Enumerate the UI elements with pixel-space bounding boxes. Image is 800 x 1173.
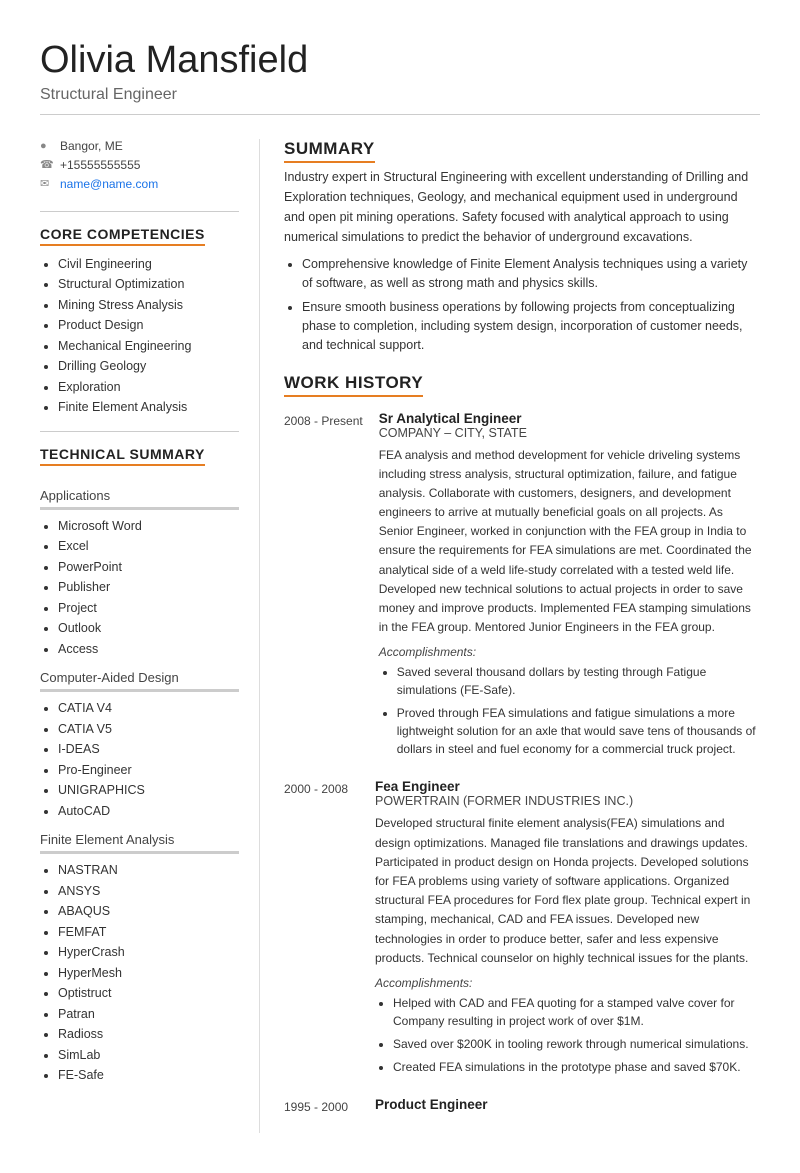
- core-competencies-section: CORE COMPETENCIES Civil Engineering Stru…: [40, 226, 239, 417]
- list-item: FE-Safe: [58, 1067, 239, 1085]
- list-item: Created FEA simulations in the prototype…: [393, 1058, 760, 1076]
- core-competencies-list: Civil Engineering Structural Optimizatio…: [40, 256, 239, 417]
- list-item: Access: [58, 641, 239, 659]
- list-item: Mechanical Engineering: [58, 338, 239, 356]
- list-item: Finite Element Analysis: [58, 399, 239, 417]
- list-item: Comprehensive knowledge of Finite Elemen…: [302, 255, 760, 293]
- list-item: HyperCrash: [58, 944, 239, 962]
- fea-title: Finite Element Analysis: [40, 832, 239, 847]
- summary-title: SUMMARY: [284, 139, 760, 163]
- list-item: PowerPoint: [58, 559, 239, 577]
- list-item: Saved over $200K in tooling rework throu…: [393, 1035, 760, 1053]
- work-title-1: Sr Analytical Engineer: [379, 411, 760, 426]
- list-item: Helped with CAD and FEA quoting for a st…: [393, 994, 760, 1030]
- work-date-3: 1995 - 2000: [284, 1097, 359, 1117]
- work-company-1: COMPANY – CITY, STATE: [379, 426, 760, 440]
- technical-summary-section: TECHNICAL SUMMARY Applications Microsoft…: [40, 446, 239, 1085]
- technical-summary-title: TECHNICAL SUMMARY: [40, 446, 205, 466]
- cad-list: CATIA V4 CATIA V5 I-DEAS Pro-Engineer UN…: [40, 700, 239, 820]
- work-entry-2: 2000 - 2008 Fea Engineer POWERTRAIN (FOR…: [284, 779, 760, 1081]
- applications-list: Microsoft Word Excel PowerPoint Publishe…: [40, 518, 239, 659]
- list-item: Optistruct: [58, 985, 239, 1003]
- list-item: Civil Engineering: [58, 256, 239, 274]
- header: Olivia Mansfield Structural Engineer: [40, 40, 760, 131]
- list-item: HyperMesh: [58, 965, 239, 983]
- fea-list: NASTRAN ANSYS ABAQUS FEMFAT HyperCrash H…: [40, 862, 239, 1085]
- list-item: ABAQUS: [58, 903, 239, 921]
- left-column: ● Bangor, ME ☎ +15555555555 ✉ name@name.…: [40, 139, 260, 1133]
- work-date-2: 2000 - 2008: [284, 779, 359, 1081]
- work-title-2: Fea Engineer: [375, 779, 760, 794]
- list-item: I-DEAS: [58, 741, 239, 759]
- work-bullets-2: Helped with CAD and FEA quoting for a st…: [375, 994, 760, 1076]
- list-item: Outlook: [58, 620, 239, 638]
- list-item: Proved through FEA simulations and fatig…: [397, 704, 760, 758]
- list-item: Patran: [58, 1006, 239, 1024]
- work-entry-1: 2008 - Present Sr Analytical Engineer CO…: [284, 411, 760, 764]
- email-icon: ✉: [40, 177, 54, 190]
- header-divider: [40, 114, 760, 115]
- work-company-2: POWERTRAIN (FORMER INDUSTRIES INC.): [375, 794, 760, 808]
- main-content: ● Bangor, ME ☎ +15555555555 ✉ name@name.…: [40, 139, 760, 1133]
- list-item: NASTRAN: [58, 862, 239, 880]
- contact-phone: ☎ +15555555555: [40, 158, 239, 172]
- candidate-name: Olivia Mansfield: [40, 40, 760, 82]
- work-details-3: Product Engineer: [375, 1097, 760, 1117]
- right-column: SUMMARY Industry expert in Structural En…: [260, 139, 760, 1133]
- list-item: Microsoft Word: [58, 518, 239, 536]
- divider-1: [40, 211, 239, 212]
- list-item: Structural Optimization: [58, 276, 239, 294]
- list-item: Excel: [58, 538, 239, 556]
- work-desc-1: FEA analysis and method development for …: [379, 446, 760, 638]
- list-item: SimLab: [58, 1047, 239, 1065]
- list-item: Saved several thousand dollars by testin…: [397, 663, 760, 699]
- summary-bullets-list: Comprehensive knowledge of Finite Elemen…: [284, 255, 760, 355]
- work-title-3: Product Engineer: [375, 1097, 760, 1112]
- work-history-section: WORK HISTORY 2008 - Present Sr Analytica…: [284, 373, 760, 1118]
- list-item: Project: [58, 600, 239, 618]
- summary-section: SUMMARY Industry expert in Structural En…: [284, 139, 760, 355]
- summary-paragraph: Industry expert in Structural Engineerin…: [284, 167, 760, 247]
- contact-location: ● Bangor, ME: [40, 139, 239, 153]
- resume-page: Olivia Mansfield Structural Engineer ● B…: [0, 0, 800, 1173]
- work-bullets-1: Saved several thousand dollars by testin…: [379, 663, 760, 758]
- list-item: Publisher: [58, 579, 239, 597]
- work-entry-3: 1995 - 2000 Product Engineer: [284, 1097, 760, 1117]
- core-competencies-title: CORE COMPETENCIES: [40, 226, 205, 246]
- work-desc-2: Developed structural finite element anal…: [375, 814, 760, 968]
- work-date-1: 2008 - Present: [284, 411, 363, 764]
- cad-bar: [40, 689, 239, 692]
- candidate-title: Structural Engineer: [40, 86, 760, 104]
- phone-icon: ☎: [40, 158, 54, 171]
- list-item: CATIA V4: [58, 700, 239, 718]
- list-item: Product Design: [58, 317, 239, 335]
- cad-title: Computer-Aided Design: [40, 670, 239, 685]
- accomplishments-label-1: Accomplishments:: [379, 645, 760, 659]
- list-item: Drilling Geology: [58, 358, 239, 376]
- accomplishments-label-2: Accomplishments:: [375, 976, 760, 990]
- applications-title: Applications: [40, 488, 239, 503]
- work-details-1: Sr Analytical Engineer COMPANY – CITY, S…: [379, 411, 760, 764]
- work-history-title: WORK HISTORY: [284, 373, 760, 397]
- list-item: ANSYS: [58, 883, 239, 901]
- list-item: UNIGRAPHICS: [58, 782, 239, 800]
- list-item: Pro-Engineer: [58, 762, 239, 780]
- fea-bar: [40, 851, 239, 854]
- list-item: CATIA V5: [58, 721, 239, 739]
- contact-info: ● Bangor, ME ☎ +15555555555 ✉ name@name.…: [40, 139, 239, 191]
- list-item: Exploration: [58, 379, 239, 397]
- list-item: FEMFAT: [58, 924, 239, 942]
- list-item: Ensure smooth business operations by fol…: [302, 298, 760, 354]
- list-item: AutoCAD: [58, 803, 239, 821]
- divider-2: [40, 431, 239, 432]
- location-icon: ●: [40, 140, 54, 152]
- contact-email[interactable]: ✉ name@name.com: [40, 177, 239, 191]
- list-item: Radioss: [58, 1026, 239, 1044]
- work-details-2: Fea Engineer POWERTRAIN (FORMER INDUSTRI…: [375, 779, 760, 1081]
- applications-bar: [40, 507, 239, 510]
- list-item: Mining Stress Analysis: [58, 297, 239, 315]
